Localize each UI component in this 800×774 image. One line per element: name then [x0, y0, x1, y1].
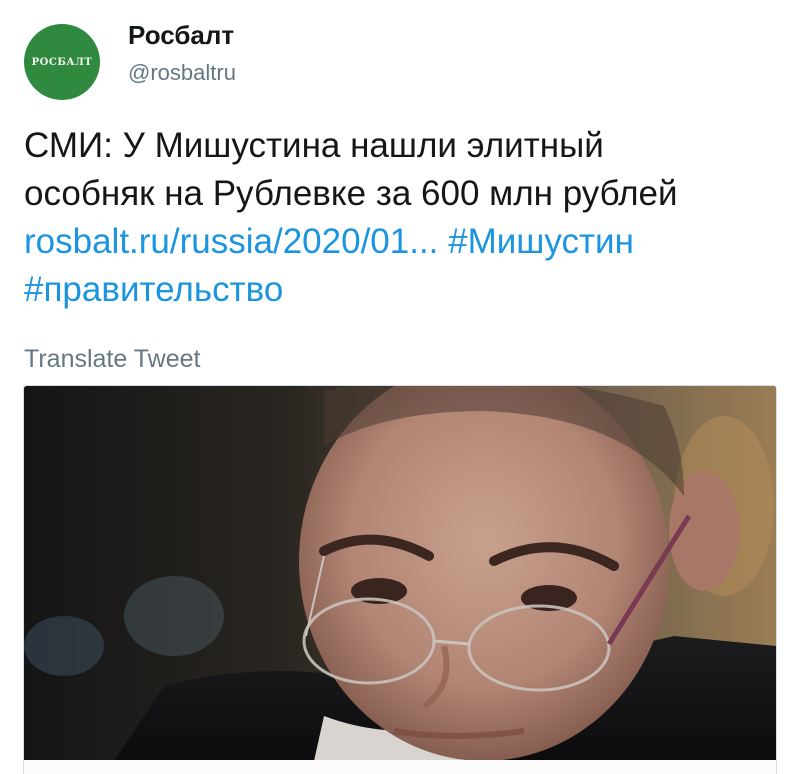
tweet-media-image[interactable]: [23, 385, 777, 762]
tweet-text-line-1: СМИ: У Мишустина нашли элитный: [24, 126, 604, 165]
article-link[interactable]: rosbalt.ru/russia/2020/01...: [24, 222, 438, 261]
tweet-card: РОСБАЛТ Росбалт @rosbaltru СМИ: У Мишуст…: [0, 0, 800, 774]
tweet-text: СМИ: У Мишустина нашли элитный особняк н…: [24, 122, 794, 314]
hashtag-mishustin[interactable]: #Мишустин: [448, 222, 634, 261]
account-handle[interactable]: @rosbaltru: [128, 60, 236, 86]
avatar[interactable]: РОСБАЛТ: [24, 24, 100, 100]
media-card-footer: [23, 760, 777, 774]
portrait-photo: [24, 386, 776, 761]
account-display-name[interactable]: Росбалт: [128, 20, 234, 51]
avatar-logo-text: РОСБАЛТ: [31, 56, 93, 68]
hashtag-government[interactable]: #правительство: [24, 270, 283, 309]
tweet-links-line: rosbalt.ru/russia/2020/01... #Мишустин: [24, 218, 794, 266]
tweet-text-line-2: особняк на Рублевке за 600 млн рублей: [24, 174, 678, 213]
translate-tweet-link[interactable]: Translate Tweet: [24, 345, 200, 374]
